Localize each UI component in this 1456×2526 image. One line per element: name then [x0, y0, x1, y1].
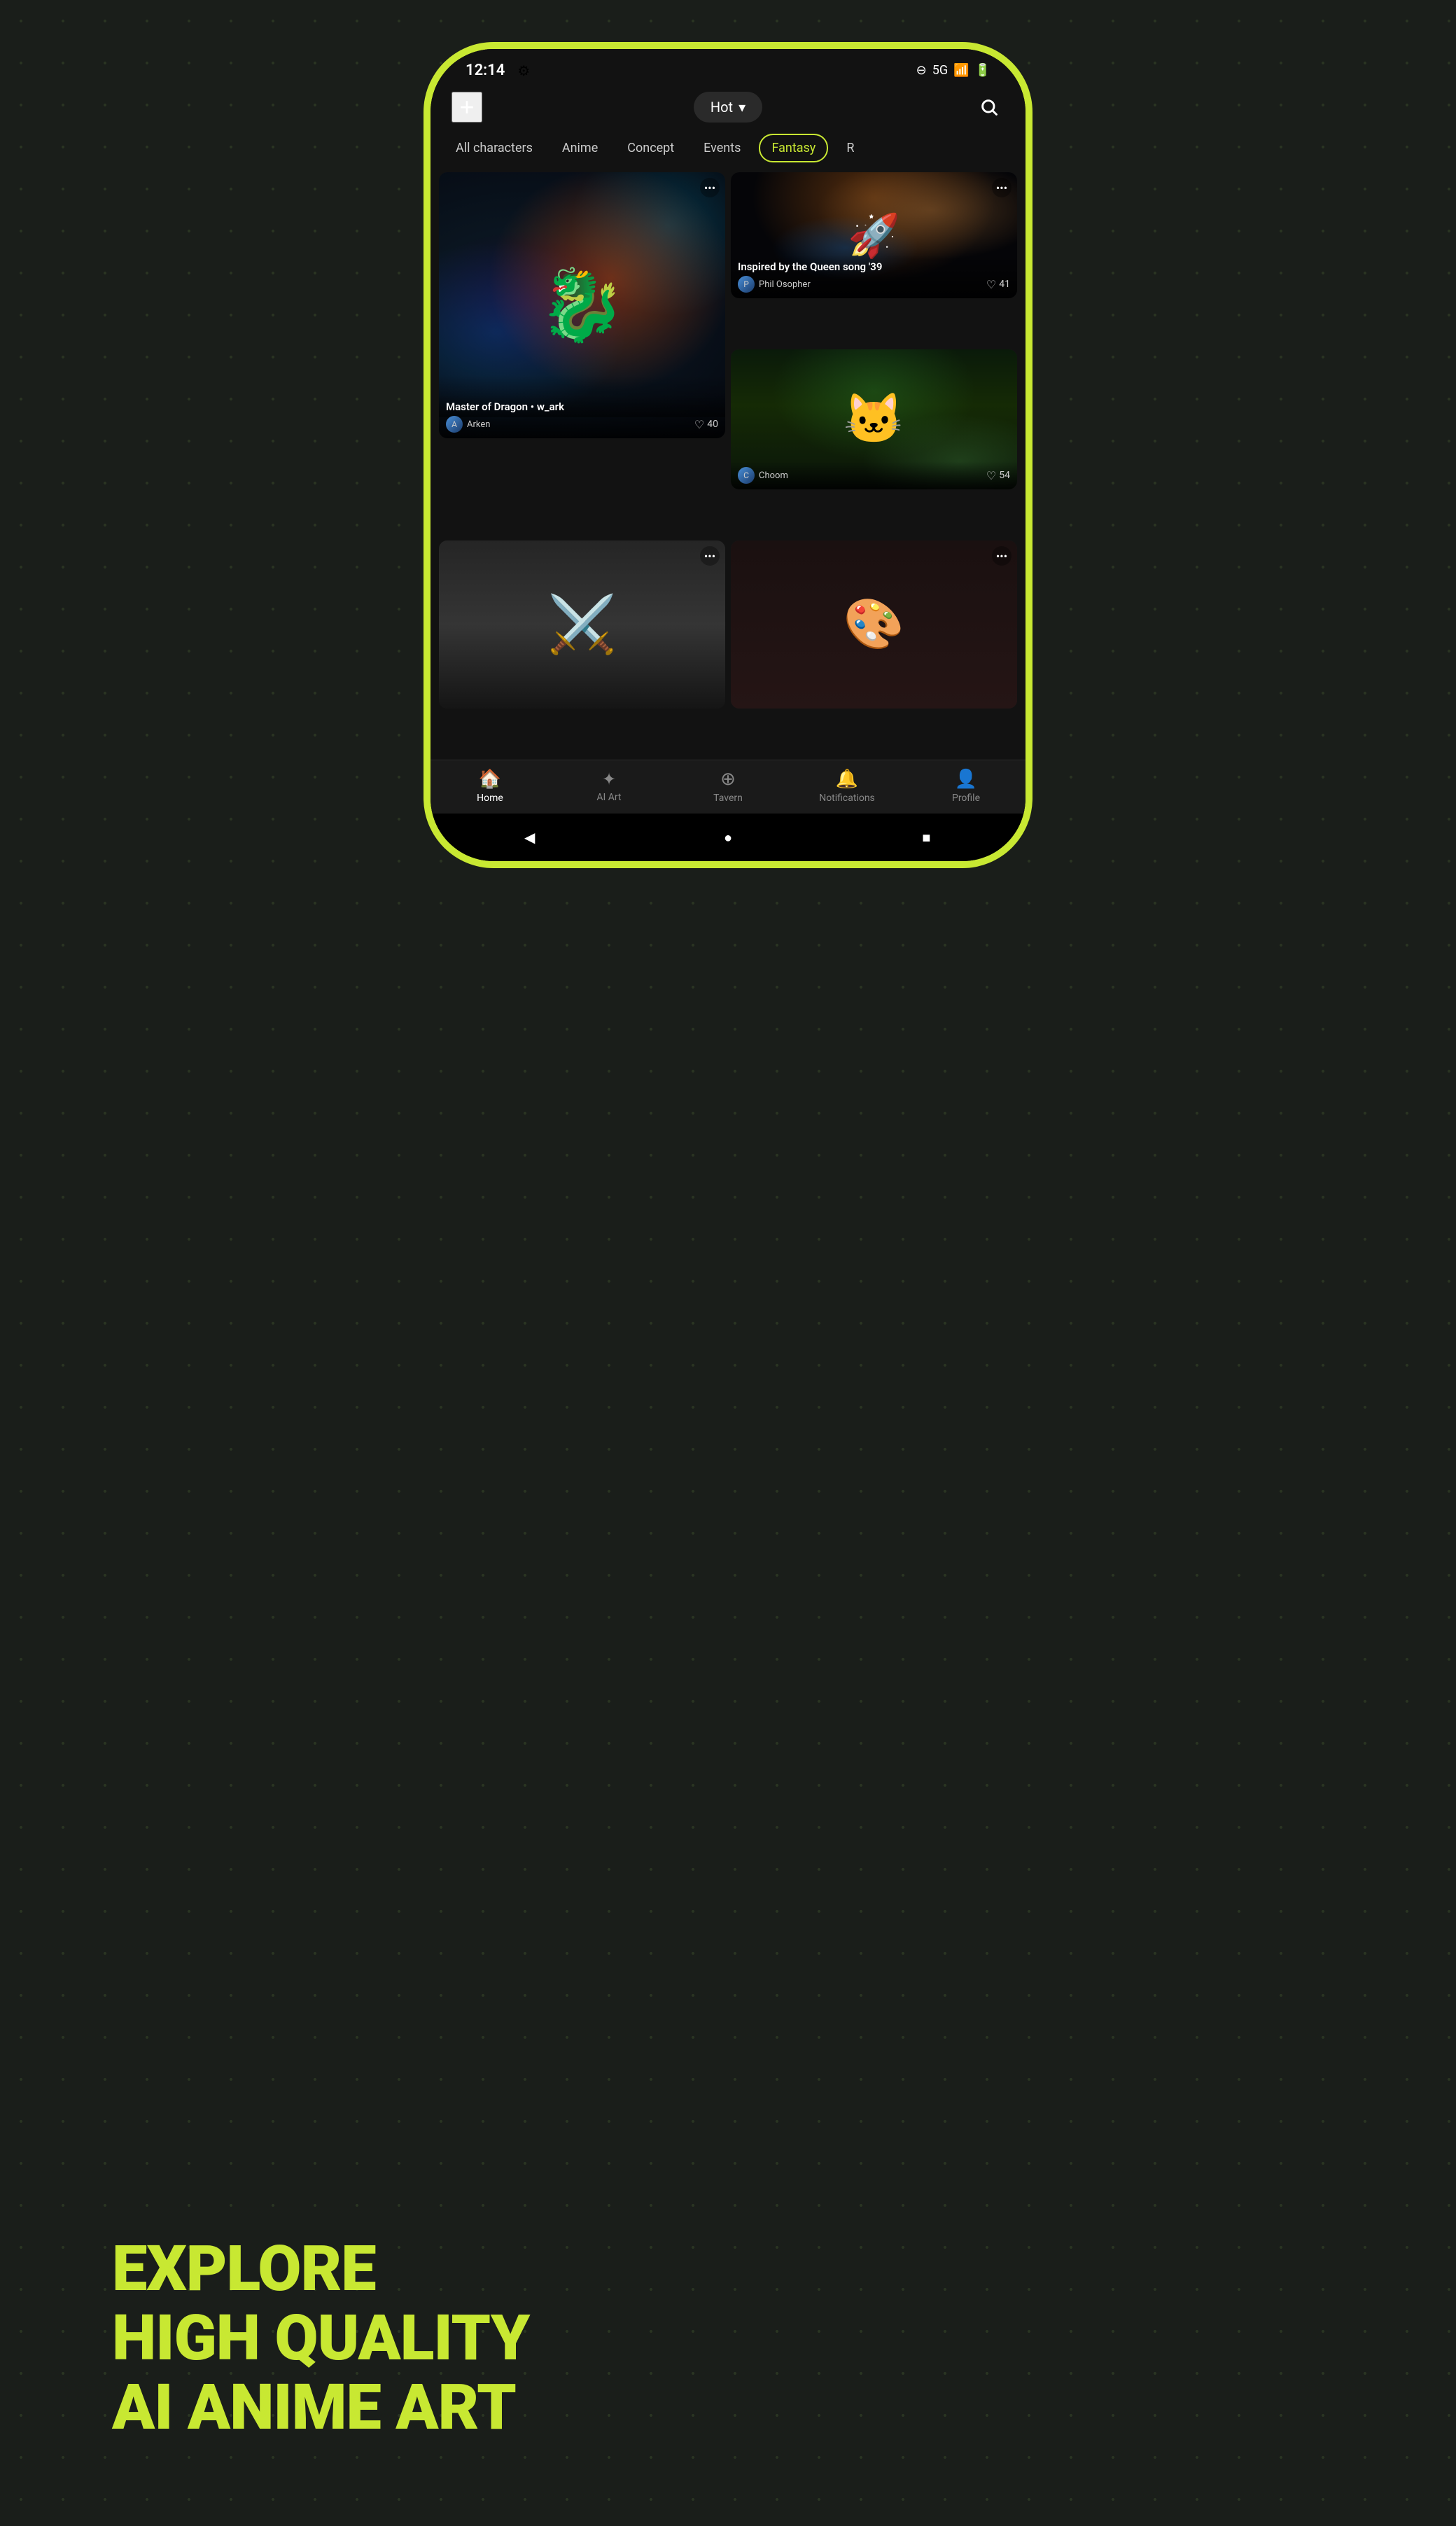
card-spaceship[interactable]: 🚀 ••• Inspired by the Queen song '39 P P… — [731, 172, 1017, 298]
card-dragon-author: A Arken — [446, 416, 490, 433]
phone-screen-container: 12:14 ⚙ ⊖ 5G 📶 🔋 + Hot ▾ — [430, 49, 1026, 861]
nav-home[interactable]: 🏠 Home — [462, 769, 518, 804]
nav-notifications-label: Notifications — [819, 793, 875, 804]
nav-profile[interactable]: 👤 Profile — [938, 769, 994, 804]
card-dragon-meta: A Arken ♡ 40 — [446, 416, 718, 433]
hero-text-line1: EXPLORE — [112, 2234, 529, 2303]
card-info-overlay: Master of Dragon • w_ark A Arken — [439, 395, 725, 438]
more-options-button[interactable]: ••• — [700, 178, 720, 197]
nav-tavern[interactable]: ⊕ Tavern — [700, 769, 756, 804]
sort-label: Hot — [710, 99, 733, 116]
card-spaceship-title: Inspired by the Queen song '39 — [738, 260, 1010, 273]
author-avatar-phil: P — [738, 276, 755, 293]
phone-container: 12:14 ⚙ ⊖ 5G 📶 🔋 + Hot ▾ — [424, 42, 1032, 868]
hero-text-section: EXPLORE HIGH QUALITY AI ANIME ART — [112, 2234, 529, 2442]
home-icon: 🏠 — [479, 769, 501, 790]
card-spaceship-meta: P Phil Osopher ♡ 41 — [738, 276, 1010, 293]
card-warrior[interactable]: ⚔️ ••• — [439, 540, 725, 709]
nav-ai-art-label: AI Art — [596, 792, 621, 803]
status-bar: 12:14 ⚙ ⊖ 5G 📶 🔋 — [430, 49, 1026, 85]
nav-ai-art[interactable]: ✦ AI Art — [581, 769, 637, 803]
tab-fantasy[interactable]: Fantasy — [759, 134, 828, 162]
notifications-icon: 🔔 — [836, 769, 858, 790]
card-spaceship-author: P Phil Osopher — [738, 276, 811, 293]
card-cat-author: C Choom — [738, 467, 788, 484]
more-options-button-2[interactable]: ••• — [992, 178, 1011, 197]
phone-frame: 12:14 ⚙ ⊖ 5G 📶 🔋 + Hot ▾ — [424, 42, 1032, 868]
filter-tabs: All characters Anime Concept Events Fant… — [430, 130, 1026, 167]
do-not-disturb-icon: ⊖ — [916, 63, 927, 78]
back-button[interactable]: ◀ — [516, 823, 544, 851]
profile-icon: 👤 — [955, 769, 977, 790]
hero-text-line2: HIGH QUALITY — [112, 2303, 529, 2373]
gear-icon: ⚙ — [517, 62, 530, 79]
card-dragon[interactable]: 🐉 ••• Master of Dragon • w_ark — [439, 172, 725, 438]
card-spaceship-likes: ♡ 41 — [986, 278, 1010, 291]
nav-tavern-label: Tavern — [713, 793, 743, 804]
tab-all-characters[interactable]: All characters — [444, 135, 544, 161]
search-button[interactable] — [974, 92, 1004, 123]
card-dragon-title: Master of Dragon • w_ark — [446, 400, 718, 413]
more-options-button-4[interactable]: ••• — [700, 546, 720, 566]
card-cat[interactable]: 🐱 C Choom ♡ 54 — [731, 349, 1017, 489]
signal-label: 5G — [932, 63, 948, 78]
hero-text-line3: AI ANIME ART — [112, 2373, 529, 2442]
content-grid: 🐉 ••• Master of Dragon • w_ark — [430, 167, 1026, 760]
card-cat-likes: ♡ 54 — [986, 469, 1010, 482]
nav-profile-label: Profile — [952, 793, 980, 804]
card-spaceship-info: Inspired by the Queen song '39 P Phil Os… — [731, 255, 1017, 298]
status-icons: ⊖ 5G 📶 🔋 — [916, 63, 990, 78]
ai-art-icon: ✦ — [602, 769, 616, 789]
chevron-down-icon: ▾ — [738, 99, 746, 116]
tab-r[interactable]: R — [835, 135, 865, 161]
create-button[interactable]: + — [451, 92, 482, 123]
nav-home-label: Home — [477, 793, 503, 804]
sort-dropdown[interactable]: Hot ▾ — [694, 92, 762, 123]
status-time: 12:14 — [465, 62, 505, 79]
anime-peek-image: 🎨 — [731, 540, 1017, 709]
anime-art-emoji: 🎨 — [731, 540, 1017, 709]
warrior-image: ⚔️ — [439, 540, 725, 709]
card-anime-peek[interactable]: 🎨 ••• — [731, 540, 1017, 709]
card-cat-info: C Choom ♡ 54 — [731, 461, 1017, 489]
top-bar: + Hot ▾ — [430, 85, 1026, 130]
battery-icon: 🔋 — [975, 63, 990, 78]
home-button[interactable]: ● — [714, 823, 742, 851]
tavern-icon: ⊕ — [720, 769, 736, 790]
tab-events[interactable]: Events — [692, 135, 752, 161]
card-cat-meta: C Choom ♡ 54 — [738, 467, 1010, 484]
cellular-icon: 📶 — [953, 63, 969, 78]
card-dragon-likes: ♡ 40 — [694, 418, 718, 431]
bottom-nav: 🏠 Home ✦ AI Art ⊕ Tavern 🔔 Notifications — [430, 760, 1026, 814]
author-avatar-arken: A — [446, 416, 463, 433]
more-options-button-5[interactable]: ••• — [992, 546, 1011, 566]
heart-icon-3: ♡ — [986, 469, 996, 482]
tab-anime[interactable]: Anime — [551, 135, 609, 161]
warrior-art-emoji: ⚔️ — [439, 540, 725, 709]
heart-icon: ♡ — [694, 418, 704, 431]
app-screen: 12:14 ⚙ ⊖ 5G 📶 🔋 + Hot ▾ — [430, 49, 1026, 861]
tab-concept[interactable]: Concept — [616, 135, 685, 161]
author-avatar-choom: C — [738, 467, 755, 484]
nav-notifications[interactable]: 🔔 Notifications — [819, 769, 875, 804]
heart-icon-2: ♡ — [986, 278, 996, 291]
system-nav: ◀ ● ■ — [430, 814, 1026, 861]
recent-button[interactable]: ■ — [912, 823, 940, 851]
